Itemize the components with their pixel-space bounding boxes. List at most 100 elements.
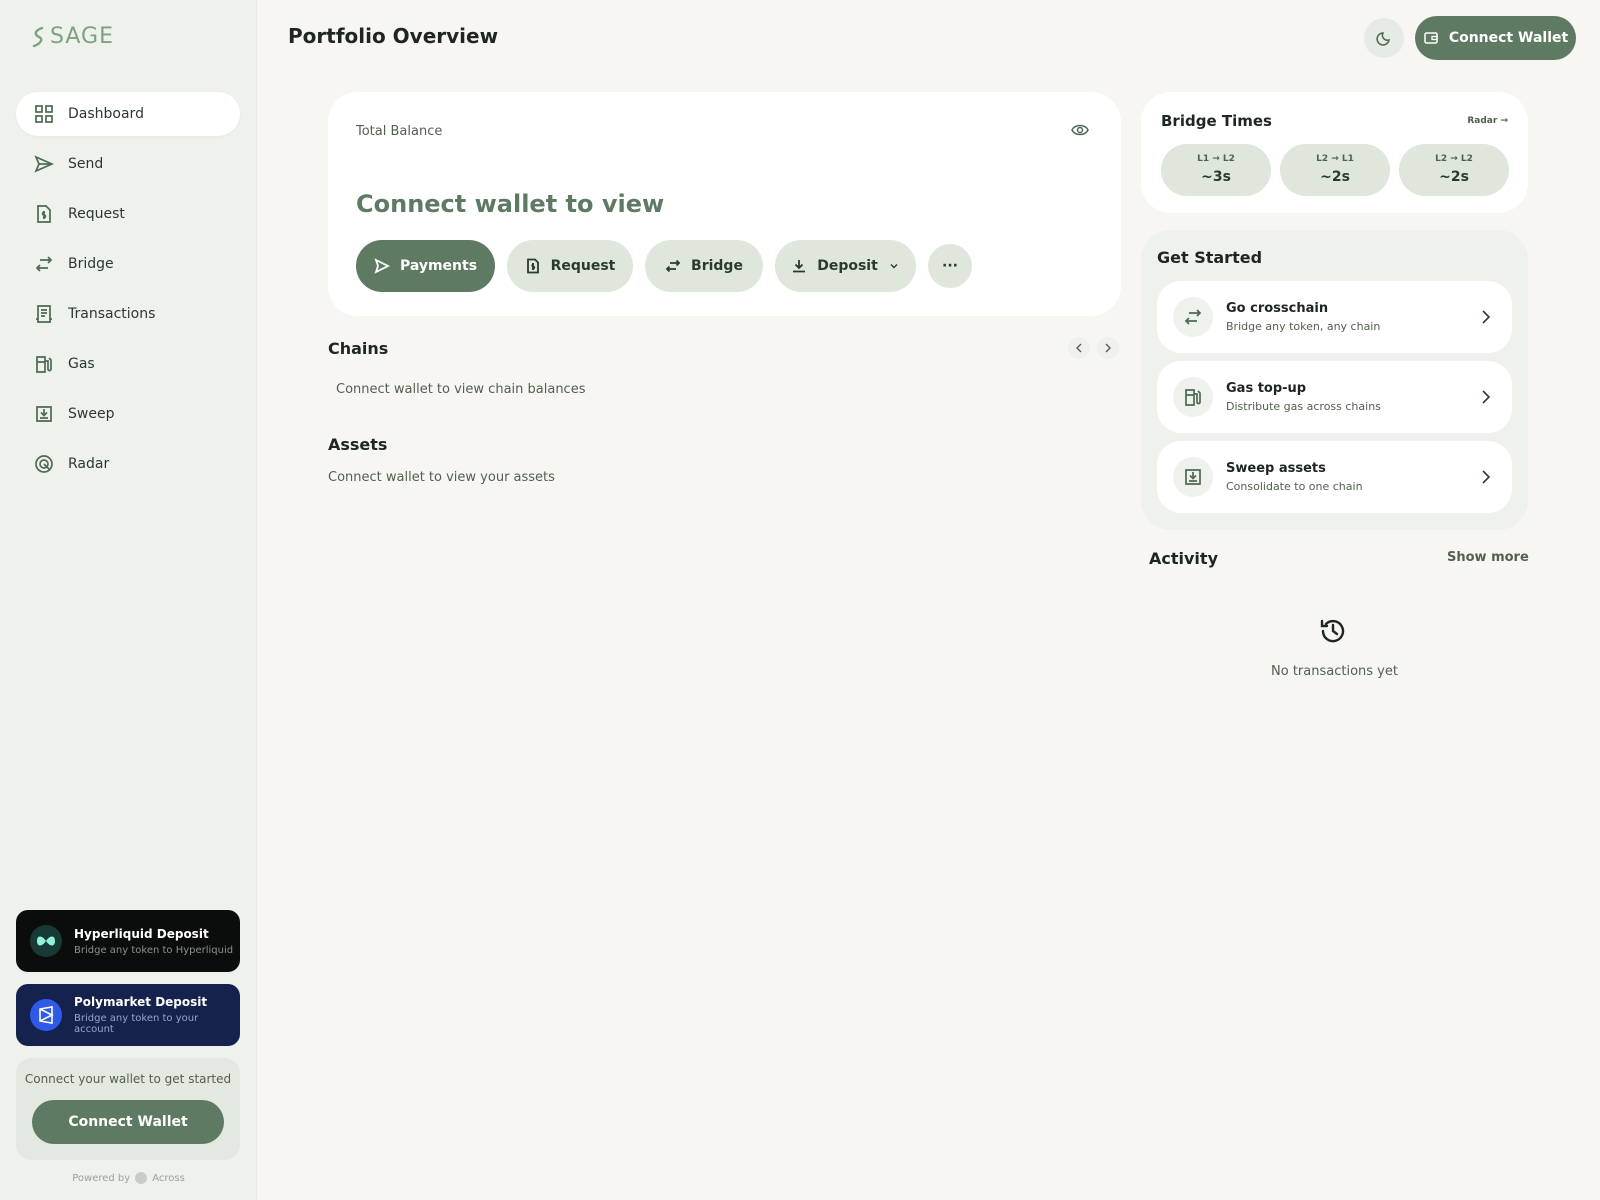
chevron-right-icon <box>1482 310 1490 324</box>
bridge-time: ~3s <box>1201 169 1231 185</box>
sidebar-item-bridge[interactable]: Bridge <box>16 242 240 286</box>
sidebar-item-label: Bridge <box>68 256 114 272</box>
fuel-icon <box>36 356 52 373</box>
assets-title: Assets <box>328 435 388 454</box>
go-crosschain-item[interactable]: Go crosschain Bridge any token, any chai… <box>1157 281 1512 353</box>
bridge-times-title: Bridge Times <box>1161 112 1272 130</box>
activity-empty-text: No transactions yet <box>1271 664 1398 679</box>
payments-button[interactable]: Payments <box>356 240 495 292</box>
hyperliquid-logo-icon <box>30 925 62 957</box>
bridge-button[interactable]: Bridge <box>645 240 763 292</box>
wallet-icon <box>1424 32 1438 44</box>
bridge-time: ~2s <box>1439 169 1469 185</box>
gs-icon-wrap <box>1173 377 1213 417</box>
bridge-time-pill: L1 → L2 ~3s <box>1161 144 1271 196</box>
gs-item-subtitle: Bridge any token, any chain <box>1226 320 1381 333</box>
deposit-dropdown-button[interactable]: Deposit <box>775 240 916 292</box>
payments-label: Payments <box>399 258 478 274</box>
invoice-icon <box>526 258 539 274</box>
get-started-title: Get Started <box>1157 248 1263 267</box>
gs-icon-wrap <box>1173 297 1213 337</box>
arrows-swap-icon <box>35 256 53 272</box>
bridge-time: ~2s <box>1320 169 1350 185</box>
sidebar-item-label: Request <box>68 206 125 222</box>
get-started-card: Get Started Go crosschain Bridge any tok… <box>1141 230 1528 530</box>
chevron-left-icon <box>1076 343 1082 353</box>
bridge-time-pill: L2 → L2 ~2s <box>1399 144 1509 196</box>
total-balance-card: Total Balance Connect wallet to view Pay… <box>328 92 1121 316</box>
chevron-right-icon <box>1482 470 1490 484</box>
sidebar-item-radar[interactable]: Radar <box>16 442 240 486</box>
gs-item-subtitle: Consolidate to one chain <box>1226 480 1363 493</box>
more-actions-button[interactable]: ··· <box>928 244 972 288</box>
bridge-route: L1 → L2 <box>1197 154 1235 164</box>
receipt-icon <box>36 305 52 323</box>
promo-subtitle: Bridge any token to your account <box>74 1013 199 1035</box>
gs-item-title: Go crosschain <box>1226 301 1329 316</box>
header-connect-wallet-button[interactable]: Connect Wallet <box>1415 16 1576 60</box>
powered-by-label: Powered by <box>72 1172 131 1184</box>
bridge-time-pill: L2 → L1 ~2s <box>1280 144 1390 196</box>
promo-title: Polymarket Deposit <box>74 995 208 1009</box>
arrows-swap-icon <box>665 259 681 273</box>
invoice-icon <box>37 205 51 223</box>
sweep-assets-item[interactable]: Sweep assets Consolidate to one chain <box>1157 441 1512 513</box>
send-icon <box>34 155 54 173</box>
request-label: Request <box>550 258 616 274</box>
powered-by-name: Across <box>152 1172 185 1184</box>
chains-next-button[interactable] <box>1097 337 1119 359</box>
eye-icon[interactable] <box>1071 122 1089 141</box>
arrows-swap-icon <box>1184 309 1202 325</box>
bridge-route: L2 → L2 <box>1435 154 1473 164</box>
total-balance-value: Connect wallet to view <box>356 190 665 218</box>
gs-icon-wrap <box>1173 457 1213 497</box>
fuel-icon <box>1185 389 1201 406</box>
bridge-times-card: Bridge Times Radar → L1 → L2 ~3s L2 → L1… <box>1141 92 1528 213</box>
sidebar-item-label: Send <box>68 156 104 172</box>
promo-subtitle: Bridge any token to Hyperliquid <box>74 944 234 956</box>
chains-title: Chains <box>328 339 389 358</box>
sidebar-item-label: Transactions <box>68 306 156 322</box>
sidebar-item-label: Dashboard <box>68 106 144 122</box>
connect-wallet-label: Connect Wallet <box>1448 30 1569 46</box>
across-logo-icon <box>135 1172 148 1184</box>
promo-title: Hyperliquid Deposit <box>74 926 209 941</box>
tray-download-icon <box>36 406 52 422</box>
sidebar-item-dashboard[interactable]: Dashboard <box>16 92 240 136</box>
sidebar-item-request[interactable]: Request <box>16 192 240 236</box>
request-button[interactable]: Request <box>507 240 633 292</box>
deposit-label: Deposit <box>817 258 878 274</box>
powered-by: Powered by Across <box>0 1172 257 1184</box>
sage-logo[interactable]: SAGE <box>30 24 114 49</box>
activity-title: Activity <box>1149 549 1218 568</box>
sidebar-item-gas[interactable]: Gas <box>16 342 240 386</box>
history-icon <box>1318 616 1348 650</box>
sidebar-item-sweep[interactable]: Sweep <box>16 392 240 436</box>
polymarket-logo-icon <box>30 999 62 1031</box>
send-icon <box>374 258 390 274</box>
assets-empty-text: Connect wallet to view your assets <box>328 470 555 485</box>
chains-prev-button[interactable] <box>1068 337 1090 359</box>
gs-item-subtitle: Distribute gas across chains <box>1226 400 1381 413</box>
chevron-right-icon <box>1482 390 1490 404</box>
show-more-link[interactable]: Show more <box>1447 550 1529 565</box>
hyperliquid-deposit-card[interactable]: Hyperliquid Deposit Bridge any token to … <box>16 910 240 972</box>
balance-actions: Payments Request Bridge Deposit ··· <box>356 240 972 292</box>
theme-toggle-button[interactable] <box>1364 18 1404 58</box>
sidebar: SAGE Dashboard Send Request Bridge Trans… <box>0 0 257 1200</box>
gs-item-title: Sweep assets <box>1226 461 1326 476</box>
total-balance-label: Total Balance <box>356 124 443 139</box>
sidebar-item-send[interactable]: Send <box>16 142 240 186</box>
polymarket-deposit-card[interactable]: Polymarket Deposit Bridge any token to y… <box>16 984 240 1046</box>
sidebar-connect-wallet-button[interactable]: Connect Wallet <box>32 1100 224 1144</box>
bridge-label: Bridge <box>691 258 743 274</box>
sidebar-item-label: Radar <box>68 456 110 472</box>
sidebar-item-label: Gas <box>68 356 95 372</box>
sidebar-item-label: Sweep <box>68 406 115 422</box>
gas-top-up-item[interactable]: Gas top-up Distribute gas across chains <box>1157 361 1512 433</box>
radar-link[interactable]: Radar → <box>1467 116 1508 126</box>
gs-item-title: Gas top-up <box>1226 381 1307 396</box>
moon-icon <box>1376 32 1390 46</box>
sidebar-nav: Dashboard Send Request Bridge Transactio… <box>16 92 240 492</box>
sidebar-item-transactions[interactable]: Transactions <box>16 292 240 336</box>
